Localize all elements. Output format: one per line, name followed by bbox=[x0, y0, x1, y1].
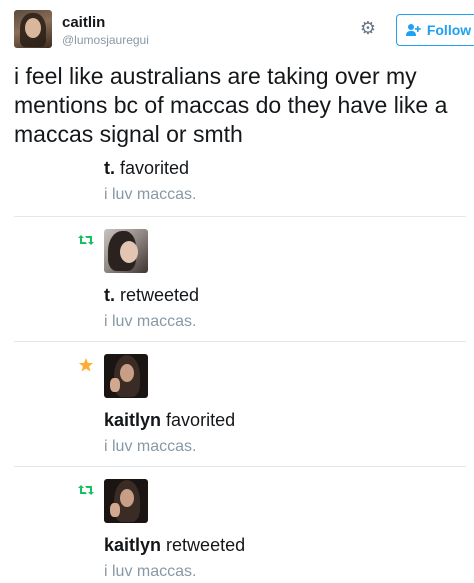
kaitlyn-avatar[interactable] bbox=[104, 354, 148, 398]
tweet-header: caitlin @lumosjauregui ⚙ Follow bbox=[14, 10, 474, 54]
author-handle[interactable]: @lumosjauregui bbox=[62, 33, 149, 47]
retweet-icon bbox=[78, 485, 94, 495]
notification-preview[interactable]: i luv maccas. bbox=[104, 186, 196, 204]
notification-user[interactable]: t. bbox=[104, 285, 115, 305]
follow-button[interactable]: Follow bbox=[396, 14, 474, 46]
gear-icon[interactable]: ⚙ bbox=[358, 18, 378, 38]
notification-item[interactable]: t. retweeted i luv maccas. bbox=[0, 217, 474, 341]
kaitlyn-avatar[interactable] bbox=[104, 479, 148, 523]
notification-user[interactable]: kaitlyn bbox=[104, 535, 161, 555]
notification-preview[interactable]: i luv maccas. bbox=[104, 313, 196, 331]
notification-verb: favorited bbox=[166, 410, 236, 430]
notification-verb: favorited bbox=[120, 158, 190, 178]
notification-item[interactable]: kaitlyn favorited i luv maccas. bbox=[0, 342, 474, 466]
notification-item[interactable]: t. favorited i luv maccas. bbox=[0, 150, 474, 216]
notification-action: kaitlyn favorited bbox=[104, 410, 235, 431]
author-avatar[interactable] bbox=[14, 10, 52, 48]
notification-action: t. retweeted bbox=[104, 285, 199, 306]
notification-user[interactable]: t. bbox=[104, 158, 115, 178]
notification-preview[interactable]: i luv maccas. bbox=[104, 563, 196, 581]
notification-item[interactable]: kaitlyn retweeted i luv maccas. bbox=[0, 467, 474, 583]
notification-user[interactable]: kaitlyn bbox=[104, 410, 161, 430]
retweet-icon bbox=[78, 235, 94, 245]
notification-preview[interactable]: i luv maccas. bbox=[104, 438, 196, 456]
star-icon bbox=[78, 358, 94, 372]
follow-label: Follow bbox=[426, 22, 472, 38]
tweet-text: i feel like australians are taking over … bbox=[14, 63, 448, 147]
t-avatar[interactable] bbox=[104, 229, 148, 273]
notification-action: t. favorited bbox=[104, 158, 189, 179]
add-user-icon bbox=[405, 24, 421, 36]
author-name[interactable]: caitlin bbox=[62, 14, 105, 31]
notification-action: kaitlyn retweeted bbox=[104, 535, 245, 556]
notification-verb: retweeted bbox=[120, 285, 200, 305]
notification-verb: retweeted bbox=[166, 535, 246, 555]
